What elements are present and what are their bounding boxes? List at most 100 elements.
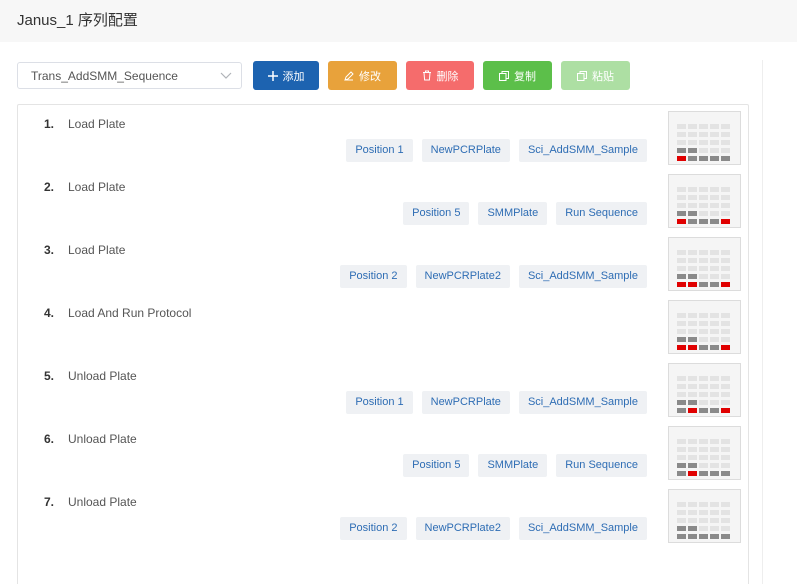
step-tag: Sci_AddSMM_Sample: [518, 265, 647, 288]
deck-position-cell: [721, 321, 730, 326]
deck-layout-thumbnail: [668, 174, 741, 228]
deck-position-cell: [688, 526, 697, 531]
deck-position-cell: [699, 219, 708, 224]
deck-position-cell: [710, 148, 719, 153]
deck-position-cell: [721, 384, 730, 389]
deck-position-cell: [688, 187, 697, 192]
deck-position-cell: [710, 124, 719, 129]
deck-position-cell: [721, 195, 730, 200]
deck-position-cell: [688, 211, 697, 216]
deck-layout-thumbnail: [668, 111, 741, 165]
deck-position-cell: [677, 282, 686, 287]
deck-position-cell: [710, 439, 719, 444]
copy-button-label: 复制: [514, 70, 536, 83]
deck-position-cell: [677, 258, 686, 263]
deck-position-cell: [710, 526, 719, 531]
deck-position-cell: [710, 534, 719, 539]
step-name: Load Plate: [68, 117, 126, 131]
deck-position-cell: [699, 258, 708, 263]
chevron-down-icon: [219, 67, 233, 83]
edit-button[interactable]: 修改: [328, 61, 397, 90]
deck-position-cell: [699, 502, 708, 507]
deck-position-cell: [677, 203, 686, 208]
copy-button[interactable]: 复制: [483, 61, 552, 90]
deck-position-cell: [699, 400, 708, 405]
deck-position-cell: [710, 195, 719, 200]
sequence-step-row[interactable]: 5. Unload Plate Position 1 NewPCRPlate Sci_A…: [18, 358, 748, 421]
deck-position-cell: [677, 384, 686, 389]
deck-position-cell: [710, 211, 719, 216]
step-tag: Position 2: [340, 265, 407, 288]
deck-position-cell: [699, 439, 708, 444]
sequence-step-row[interactable]: 4. Load And Run Protocol: [18, 295, 748, 358]
deck-position-cell: [721, 337, 730, 342]
deck-position-cell: [677, 400, 686, 405]
deck-position-cell: [721, 345, 730, 350]
step-tag: Position 1: [346, 139, 413, 162]
deck-position-cell: [688, 156, 697, 161]
deck-position-cell: [721, 447, 730, 452]
deck-position-cell: [688, 203, 697, 208]
deck-position-cell: [699, 250, 708, 255]
deck-position-cell: [688, 148, 697, 153]
deck-position-cell: [688, 384, 697, 389]
step-tags: Position 2 NewPCRPlate2 Sci_AddSMM_Sample: [340, 517, 647, 540]
deck-position-cell: [721, 211, 730, 216]
add-button[interactable]: 添加: [253, 61, 319, 90]
pencil-icon: [344, 70, 354, 81]
deck-position-cell: [677, 156, 686, 161]
deck-position-cell: [710, 203, 719, 208]
sequence-step-row[interactable]: 2. Load Plate Position 5 SMMPlate Run Sequen…: [18, 169, 748, 232]
paste-button[interactable]: 粘贴: [561, 61, 630, 90]
step-tag: SMMPlate: [478, 202, 548, 225]
deck-position-cell: [710, 518, 719, 523]
deck-position-cell: [699, 337, 708, 342]
deck-position-cell: [699, 156, 708, 161]
deck-position-cell: [677, 526, 686, 531]
deck-position-cell: [721, 510, 730, 515]
deck-position-cell: [721, 156, 730, 161]
deck-position-cell: [721, 313, 730, 318]
step-tags: Position 1 NewPCRPlate Sci_AddSMM_Sample: [346, 391, 647, 414]
deck-position-cell: [699, 266, 708, 271]
deck-position-cell: [688, 337, 697, 342]
deck-position-cell: [688, 140, 697, 145]
deck-position-cell: [710, 219, 719, 224]
step-number: 5.: [44, 369, 55, 383]
step-name: Unload Plate: [68, 495, 137, 509]
deck-position-cell: [721, 408, 730, 413]
deck-position-cell: [721, 526, 730, 531]
deck-layout-thumbnail: [668, 363, 741, 417]
sequence-select[interactable]: Trans_AddSMM_Sequence: [17, 62, 242, 89]
deck-position-cell: [699, 282, 708, 287]
deck-position-cell: [721, 518, 730, 523]
sequence-step-row[interactable]: 1. Load Plate Position 1 NewPCRPlate Sci_Add…: [18, 106, 748, 169]
sequence-step-row[interactable]: 7. Unload Plate Position 2 NewPCRPlate2 Sci_…: [18, 484, 748, 547]
sequence-step-row[interactable]: 3. Load Plate Position 2 NewPCRPlate2 Sci_Ad…: [18, 232, 748, 295]
add-button-label: 添加: [282, 70, 305, 83]
deck-layout-thumbnail: [668, 237, 741, 291]
deck-position-cell: [721, 471, 730, 476]
deck-position-cell: [710, 329, 719, 334]
deck-position-cell: [688, 439, 697, 444]
sequence-step-row[interactable]: 6. Unload Plate Position 5 SMMPlate Run Sequ…: [18, 421, 748, 484]
deck-position-cell: [688, 124, 697, 129]
deck-position-cell: [677, 148, 686, 153]
deck-position-cell: [710, 313, 719, 318]
deck-position-cell: [699, 211, 708, 216]
deck-position-cell: [710, 321, 719, 326]
deck-position-cell: [677, 518, 686, 523]
delete-button[interactable]: 删除: [406, 61, 474, 90]
deck-layout-thumbnail: [668, 489, 741, 543]
deck-position-cell: [677, 337, 686, 342]
step-tag: Run Sequence: [556, 454, 647, 477]
deck-position-cell: [677, 250, 686, 255]
step-name: Load Plate: [68, 243, 126, 257]
deck-position-cell: [710, 266, 719, 271]
deck-position-cell: [677, 124, 686, 129]
deck-position-cell: [710, 392, 719, 397]
deck-position-cell: [688, 313, 697, 318]
deck-position-cell: [699, 384, 708, 389]
deck-position-cell: [721, 400, 730, 405]
step-name: Load Plate: [68, 180, 126, 194]
